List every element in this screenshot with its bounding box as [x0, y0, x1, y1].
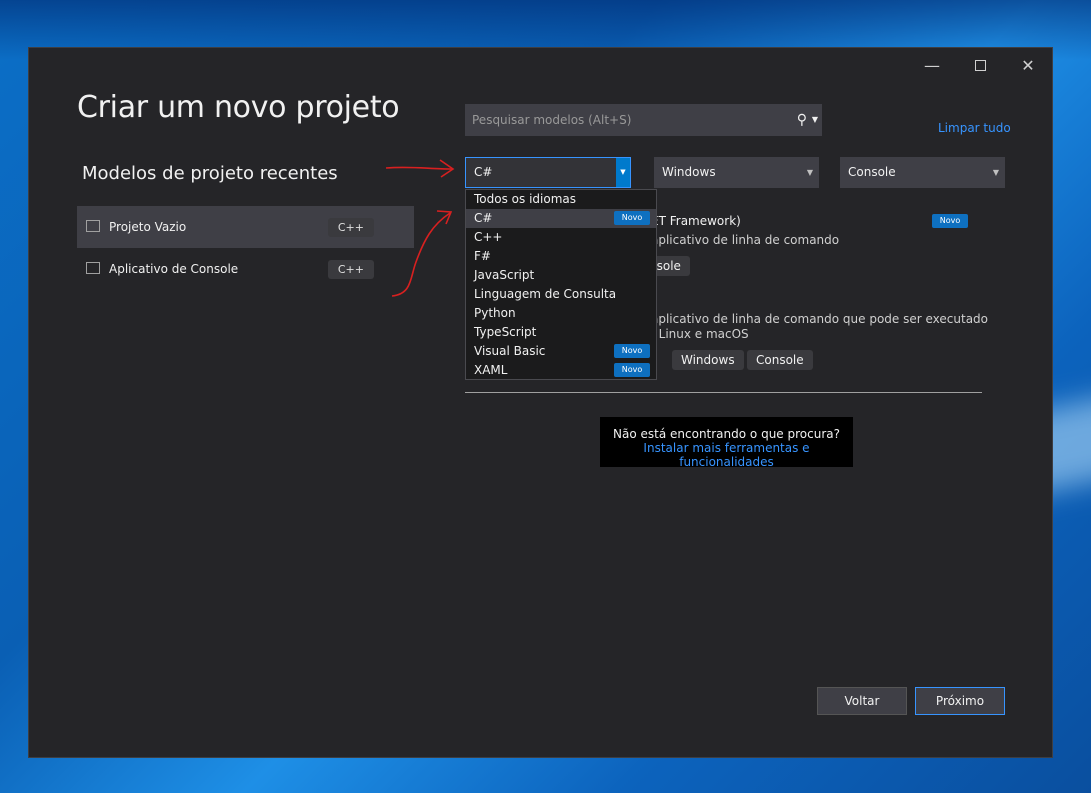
template-icon [86, 220, 100, 232]
next-button[interactable]: Próximo [915, 687, 1005, 715]
template-description-line2: , Linux e macOS [651, 327, 749, 341]
chevron-down-icon[interactable]: ▼ [616, 158, 630, 187]
language-filter-value: C# [474, 165, 493, 179]
dropdown-item-label: JavaScript [474, 268, 535, 282]
dropdown-item-query-language[interactable]: Linguagem de Consulta [466, 285, 656, 304]
install-more-tools-link[interactable]: Instalar mais ferramentas e funcionalida… [600, 441, 853, 469]
recent-item-aplicativo-console[interactable]: Aplicativo de Console C++ [77, 248, 414, 290]
minimize-button[interactable]: — [916, 56, 948, 76]
close-button[interactable]: ✕ [1012, 56, 1044, 76]
dropdown-item-label: TypeScript [474, 325, 537, 339]
new-badge: Novo [614, 211, 650, 225]
chevron-down-icon: ▼ [806, 168, 813, 177]
dropdown-item-xaml[interactable]: XAML Novo [466, 361, 656, 380]
recent-item-label: Aplicativo de Console [109, 262, 239, 276]
template-description-line1: aplicativo de linha de comando que pode … [651, 312, 989, 326]
create-project-window: — ✕ Criar um novo projeto Modelos de pro… [28, 47, 1053, 758]
template-icon [86, 262, 100, 274]
dropdown-item-visual-basic[interactable]: Visual Basic Novo [466, 342, 656, 361]
dropdown-item-label: C# [474, 211, 493, 225]
back-button[interactable]: Voltar [817, 687, 907, 715]
minimize-icon: — [924, 56, 940, 75]
dropdown-item-label: Visual Basic [474, 344, 546, 358]
template-title: ET Framework) [651, 214, 741, 228]
dropdown-item-todos[interactable]: Todos os idiomas [466, 190, 656, 209]
platform-filter-value: Windows [662, 165, 716, 179]
project-type-filter-value: Console [848, 165, 896, 179]
maximize-icon [974, 60, 986, 71]
template-tag-windows: Windows [672, 350, 744, 370]
recent-item-label: Projeto Vazio [109, 220, 187, 234]
search-placeholder: Pesquisar modelos (Alt+S) [472, 113, 632, 127]
page-title: Criar um novo projeto [77, 90, 400, 125]
dropdown-item-label: XAML [474, 363, 508, 377]
language-dropdown-list: Todos os idiomas C# Novo C++ F# JavaScrip… [465, 189, 657, 380]
new-badge: Novo [614, 344, 650, 358]
recent-item-projeto-vazio[interactable]: Projeto Vazio C++ [77, 206, 414, 248]
dropdown-item-csharp[interactable]: C# Novo [466, 209, 656, 228]
project-type-filter[interactable]: Console ▼ [840, 157, 1005, 188]
maximize-button[interactable] [964, 56, 996, 76]
not-found-box: Não está encontrando o que procura? Inst… [600, 417, 853, 469]
recent-templates-title: Modelos de projeto recentes [82, 163, 338, 184]
close-icon: ✕ [1021, 56, 1035, 75]
platform-filter[interactable]: Windows ▼ [654, 157, 819, 188]
search-input[interactable]: Pesquisar modelos (Alt+S) ⚲ ▼ [465, 104, 822, 136]
dropdown-item-fsharp[interactable]: F# [466, 247, 656, 266]
divider [465, 392, 982, 393]
new-badge: Novo [932, 214, 968, 228]
dropdown-item-label: Todos os idiomas [474, 192, 576, 206]
dropdown-item-label: Linguagem de Consulta [474, 287, 617, 301]
search-icon[interactable]: ⚲ [797, 105, 807, 135]
template-description: aplicativo de linha de comando [651, 233, 840, 247]
not-found-question: Não está encontrando o que procura? [613, 427, 840, 441]
dropdown-item-cpp[interactable]: C++ [466, 228, 656, 247]
chevron-down-icon: ▼ [992, 168, 999, 177]
chevron-down-icon[interactable]: ▼ [812, 105, 818, 135]
dropdown-item-python[interactable]: Python [466, 304, 656, 323]
template-tag-console: Console [747, 350, 813, 370]
language-tag: C++ [327, 218, 374, 237]
dropdown-item-label: C++ [474, 230, 503, 244]
language-tag: C++ [327, 260, 374, 279]
clear-all-link[interactable]: Limpar tudo [938, 121, 1011, 135]
language-filter[interactable]: C# ▼ [465, 157, 631, 188]
dropdown-item-javascript[interactable]: JavaScript [466, 266, 656, 285]
dropdown-item-label: F# [474, 249, 491, 263]
dropdown-item-typescript[interactable]: TypeScript [466, 323, 656, 342]
new-badge: Novo [614, 363, 650, 377]
dropdown-item-label: Python [474, 306, 516, 320]
